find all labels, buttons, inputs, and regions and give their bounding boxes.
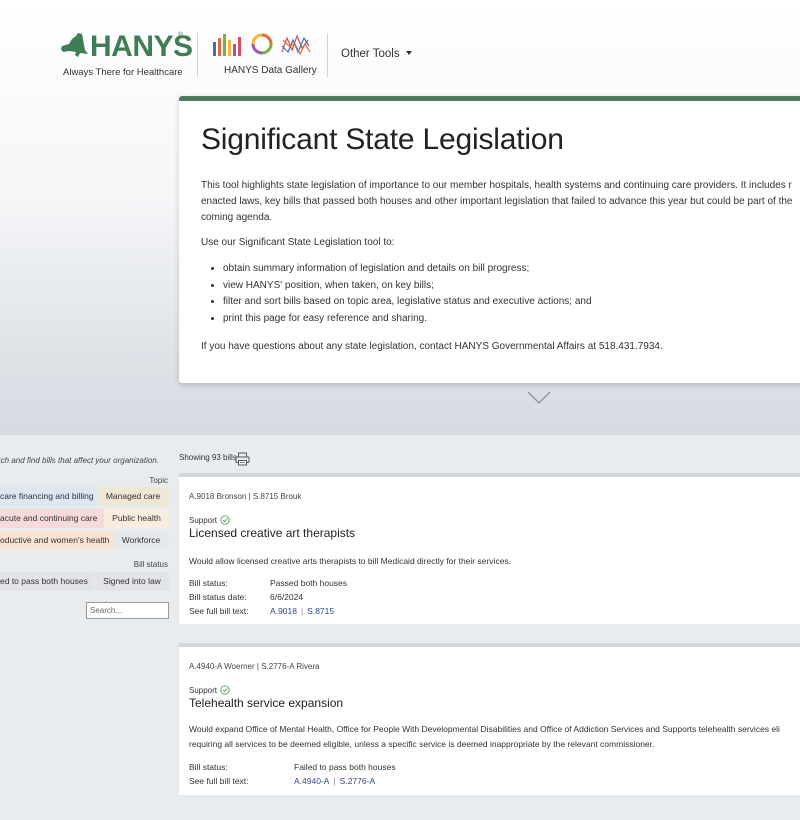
bill-date-value: 6/6/2024: [270, 592, 304, 602]
search-input[interactable]: [86, 602, 169, 619]
status-chip-failed[interactable]: ed to pass both houses: [0, 572, 94, 591]
topic-chip-workforce[interactable]: Workforce: [113, 531, 169, 550]
check-circle-icon: [220, 515, 230, 525]
gallery-chart-icons: [213, 33, 311, 56]
bill-title: Licensed creative art therapists: [189, 526, 356, 540]
header-divider: [197, 33, 198, 77]
topic-chip-public-health[interactable]: Public health: [104, 509, 169, 528]
bill-position-label: Support: [189, 516, 218, 525]
bill-position-label: Support: [189, 686, 218, 695]
bill-position: Support: [189, 515, 230, 525]
assembly-bill-link[interactable]: A.4940-A: [294, 776, 329, 786]
bill-fulltext-row: See full bill text: A.4940-A | S.2776-A: [189, 776, 375, 786]
list-item: filter and sort bills based on topic are…: [223, 294, 592, 311]
logo-tagline: Always There for Healthcare: [63, 67, 183, 78]
bill-fulltext-row: See full bill text: A.9018 | S.8715: [189, 606, 334, 616]
results-count: Showing 93 bills: [179, 453, 237, 462]
bill-fulltext-label: See full bill text:: [189, 606, 249, 616]
bill-fulltext-label: See full bill text:: [189, 776, 249, 786]
bill-position: Support: [189, 685, 230, 695]
check-circle-icon: [220, 685, 230, 695]
senate-bill-link[interactable]: S.2776-A: [340, 776, 375, 786]
page-title: Significant State Legislation: [201, 123, 564, 156]
list-item: obtain summary information of legislatio…: [223, 261, 592, 278]
intro-list-lead: Use our Significant State Legislation to…: [201, 237, 395, 248]
data-gallery-link[interactable]: HANYS Data Gallery: [210, 32, 317, 80]
topic-filter-label: Topic: [149, 476, 168, 485]
topic-chip-reproductive-health[interactable]: oductive and women's health: [0, 531, 113, 550]
assembly-bill-link[interactable]: A.9018: [270, 606, 297, 616]
bar-chart-icon: [213, 34, 241, 56]
bill-title: Telehealth service expansion: [189, 696, 344, 710]
bill-status-value: Failed to pass both houses: [294, 762, 396, 772]
header-divider: [327, 33, 328, 77]
bill-status-row: Bill status: Failed to pass both houses: [189, 762, 396, 772]
registered-mark: ®: [178, 32, 184, 39]
chevron-down-icon[interactable]: [527, 391, 551, 405]
list-item: print this page for easy reference and s…: [223, 311, 592, 328]
hanys-logo[interactable]: HANYS ® Always There for Healthcare: [60, 30, 193, 80]
bill-description: Would allow licensed creative arts thera…: [189, 556, 512, 566]
topic-chip-acute-continuing-care[interactable]: acute and continuing care: [0, 509, 104, 528]
topic-chip-care-financing[interactable]: care financing and billing: [0, 487, 97, 506]
bill-date-label: Bill status date:: [189, 592, 247, 602]
link-separator: |: [300, 606, 304, 616]
intro-card: Significant State Legislation This tool …: [179, 96, 800, 383]
other-tools-label: Other Tools: [341, 48, 400, 60]
status-chip-signed-into-law[interactable]: Signed into law: [95, 572, 169, 591]
intro-bullet-list: obtain summary information of legislatio…: [201, 261, 592, 327]
bill-status-label: Bill status:: [189, 762, 228, 772]
list-item: view HANYS' position, when taken, on key…: [223, 278, 592, 295]
ring-chart-icon: [251, 33, 273, 55]
intro-paragraph: This tool highlights state legislation o…: [201, 180, 793, 223]
gallery-label: HANYS Data Gallery: [224, 65, 317, 76]
bill-status-label: Bill status:: [189, 578, 228, 588]
intro-contact-text: If you have questions about any state le…: [201, 341, 663, 352]
status-filter-label: Bill status: [133, 560, 168, 569]
new-york-state-icon: [61, 33, 88, 57]
bill-status-row: Bill status: Passed both houses: [189, 578, 347, 588]
bill-sponsors: A.9018 Bronson | S.8715 Brouk: [189, 492, 302, 501]
line-chart-icon: [281, 34, 311, 56]
print-icon[interactable]: [235, 452, 250, 466]
link-separator: |: [333, 776, 336, 786]
bill-description: Would expand Office of Mental Health, Of…: [189, 724, 780, 749]
other-tools-dropdown[interactable]: Other Tools: [341, 48, 412, 60]
bill-card: A.9018 Bronson | S.8715 Brouk Support Li…: [179, 473, 800, 624]
topic-chip-managed-care[interactable]: Managed care: [97, 487, 169, 506]
bill-card: A.4940-A Woerner | S.2776-A Rivera Suppo…: [179, 643, 800, 795]
caret-down-icon: [405, 51, 412, 55]
senate-bill-link[interactable]: S.8715: [307, 606, 334, 616]
bill-status-value: Passed both houses: [270, 578, 348, 588]
bill-date-row: Bill status date: 6/6/2024: [189, 592, 303, 602]
bill-sponsors: A.4940-A Woerner | S.2776-A Rivera: [189, 662, 320, 671]
filter-intro-text: rch and find bills that affect your orga…: [0, 456, 159, 465]
